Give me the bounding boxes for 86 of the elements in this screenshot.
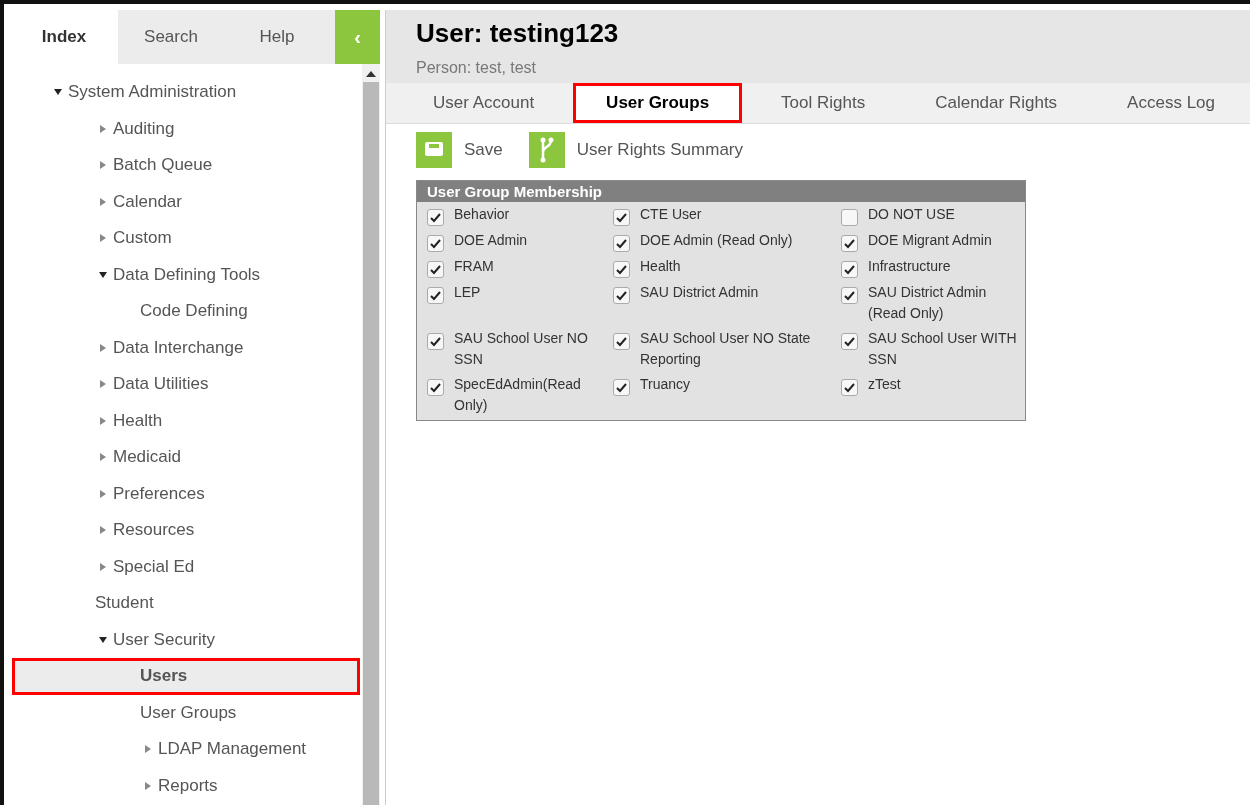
- panel-title: User Group Membership: [417, 181, 1025, 202]
- group-label: FRAM: [454, 257, 494, 276]
- summary-button[interactable]: User Rights Summary: [528, 132, 743, 168]
- group-label: DOE Admin (Read Only): [640, 231, 793, 250]
- caret-right-icon[interactable]: [99, 197, 107, 206]
- tree-item[interactable]: Student: [12, 585, 360, 622]
- group-label: SAU District Admin (Read Only): [868, 283, 988, 323]
- checkbox[interactable]: [613, 235, 630, 252]
- caret-right-icon[interactable]: [99, 234, 107, 243]
- tree-item[interactable]: User Security: [12, 621, 360, 658]
- tree-item[interactable]: Batch Queue: [12, 147, 360, 184]
- tree-item[interactable]: Special Ed: [12, 548, 360, 585]
- caret-right-icon[interactable]: [99, 562, 107, 571]
- tree-item[interactable]: Resources: [12, 512, 360, 549]
- sidebar-tab[interactable]: Index: [10, 10, 118, 64]
- scroll-up-icon: [366, 70, 376, 78]
- group-label: Health: [640, 257, 681, 276]
- tab[interactable]: Calendar Rights: [904, 83, 1089, 123]
- tree-item[interactable]: Medicaid: [12, 439, 360, 476]
- tree-item[interactable]: Data Defining Tools: [12, 256, 360, 293]
- caret-right-icon[interactable]: [99, 453, 107, 462]
- group-label: SAU School User NO State Reporting: [640, 329, 812, 369]
- group-label: CTE User: [640, 205, 702, 224]
- checkbox[interactable]: [841, 261, 858, 278]
- tree-item[interactable]: Health: [12, 402, 360, 439]
- caret-right-icon[interactable]: [99, 161, 107, 170]
- scrollbar[interactable]: [362, 64, 380, 805]
- tree-item[interactable]: Calendar: [12, 183, 360, 220]
- checkbox[interactable]: [427, 333, 444, 350]
- tree-item[interactable]: Data Interchange: [12, 329, 360, 366]
- caret-right-icon[interactable]: [144, 781, 152, 790]
- checkbox[interactable]: [613, 333, 630, 350]
- tree-item[interactable]: System Administration: [12, 74, 360, 111]
- checkbox[interactable]: [613, 261, 630, 278]
- group-label: SpecEdAdmin(Read Only): [454, 375, 582, 415]
- tree-item[interactable]: Auditing: [12, 110, 360, 147]
- caret-right-icon[interactable]: [144, 745, 152, 754]
- group-label: DOE Admin: [454, 231, 528, 250]
- tree-item[interactable]: Users: [12, 658, 360, 695]
- tree-item[interactable]: Code Defining: [12, 293, 360, 330]
- checkbox[interactable]: [427, 379, 444, 396]
- checkbox[interactable]: [841, 209, 858, 226]
- tab[interactable]: User Groups: [573, 83, 743, 123]
- caret-down-icon[interactable]: [54, 88, 62, 97]
- tab[interactable]: Tool Rights: [750, 83, 897, 123]
- checkbox[interactable]: [613, 287, 630, 304]
- group-label: DOE Migrant Admin: [868, 231, 992, 250]
- branch-icon: [528, 132, 565, 168]
- checkbox[interactable]: [613, 379, 630, 396]
- checkbox[interactable]: [427, 209, 444, 226]
- group-label: SAU School User NO SSN: [454, 329, 589, 369]
- tab[interactable]: Access Log: [1096, 83, 1246, 123]
- group-label: Truancy: [640, 375, 691, 394]
- checkbox[interactable]: [841, 333, 858, 350]
- caret-right-icon[interactable]: [99, 526, 107, 535]
- checkbox[interactable]: [427, 287, 444, 304]
- checkbox[interactable]: [613, 209, 630, 226]
- checkbox[interactable]: [841, 379, 858, 396]
- checkbox[interactable]: [841, 235, 858, 252]
- checkbox[interactable]: [841, 287, 858, 304]
- tree-item[interactable]: LDAP Management: [12, 731, 360, 768]
- save-button[interactable]: Save: [416, 132, 503, 168]
- save-icon: [416, 132, 452, 168]
- tree-item[interactable]: Data Utilities: [12, 366, 360, 403]
- caret-right-icon[interactable]: [99, 380, 107, 389]
- tree-item[interactable]: User Groups: [12, 694, 360, 731]
- group-label: Infrastructure: [868, 257, 951, 276]
- person-subtitle: Person: test, test: [416, 59, 538, 77]
- caret-down-icon[interactable]: [99, 635, 107, 644]
- group-label: DO NOT USE: [868, 205, 955, 224]
- caret-right-icon[interactable]: [99, 124, 107, 133]
- group-label: SAU District Admin: [640, 283, 759, 302]
- group-label: Behavior: [454, 205, 510, 224]
- checkbox[interactable]: [427, 261, 444, 278]
- caret-right-icon[interactable]: [99, 489, 107, 498]
- tree-item[interactable]: Reports: [12, 767, 360, 804]
- checkbox[interactable]: [427, 235, 444, 252]
- tree-item[interactable]: Preferences: [12, 475, 360, 512]
- page-title: User: testing123: [416, 18, 620, 49]
- group-label: LEP: [454, 283, 481, 302]
- caret-down-icon[interactable]: [99, 270, 107, 279]
- group-label: zTest: [868, 375, 901, 394]
- caret-right-icon[interactable]: [99, 343, 107, 352]
- tree-item[interactable]: Custom: [12, 220, 360, 257]
- caret-right-icon[interactable]: [99, 416, 107, 425]
- tab[interactable]: User Account: [402, 83, 566, 123]
